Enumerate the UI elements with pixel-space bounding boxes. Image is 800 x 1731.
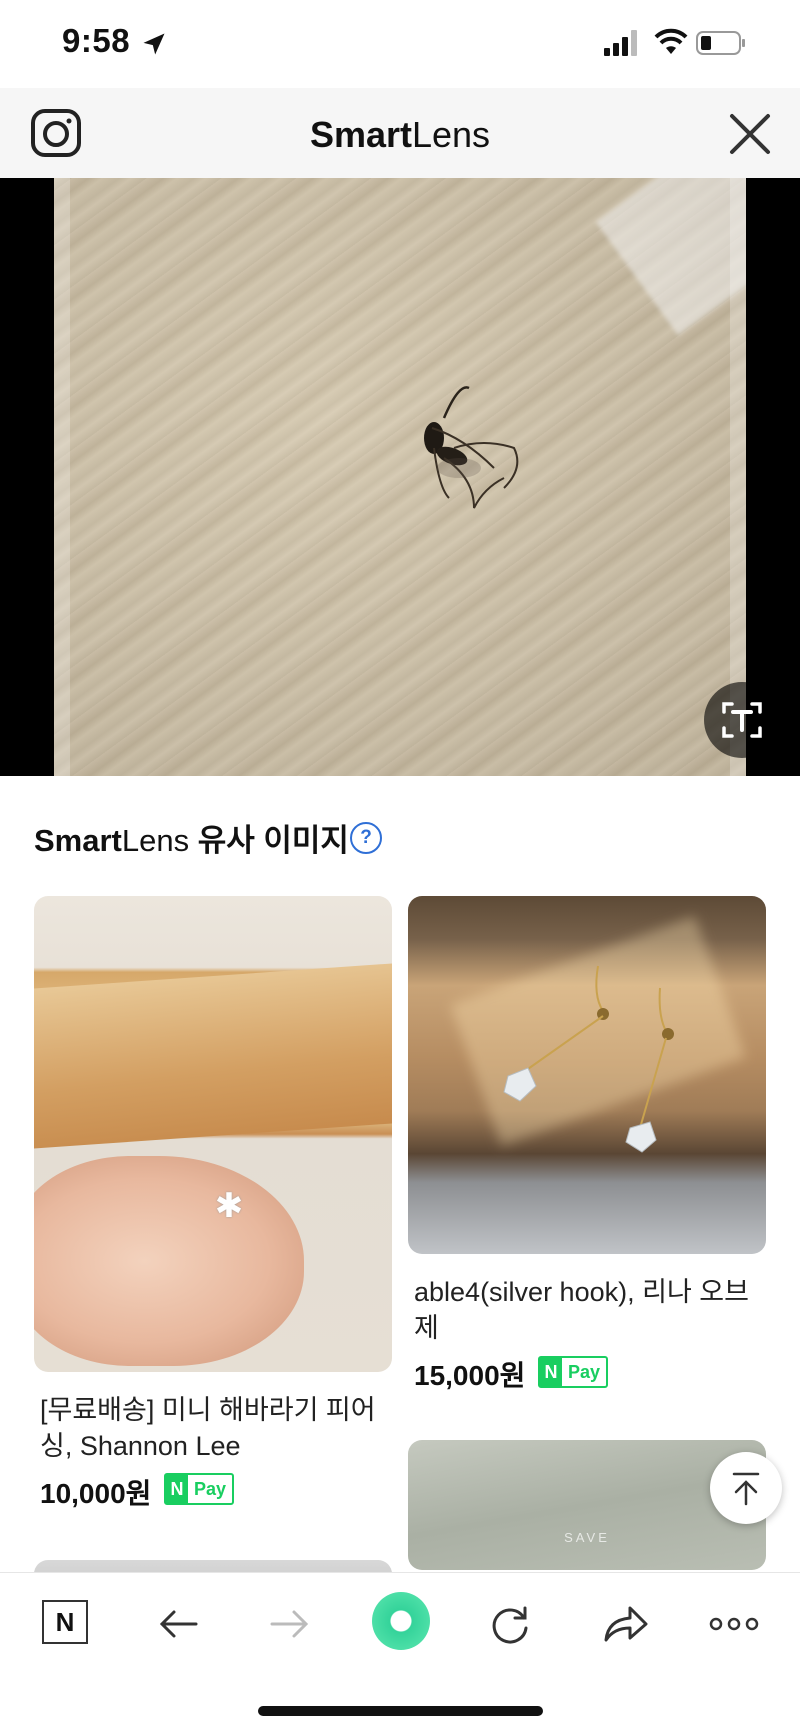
close-icon[interactable] [728,112,772,156]
status-time: 9:58 [62,22,131,59]
header-title: SmartLens [0,114,800,156]
wood-board [34,963,392,1149]
similar-images-title: SmartLens 유사 이미지 [34,815,349,860]
product-title-1[interactable]: [무료배송] 미니 해바라기 피어싱, Shannon Lee [40,1392,380,1464]
product-price-2: 15,000원 [414,1360,526,1391]
wifi-icon [654,28,688,54]
drop-earrings [503,965,674,1153]
product-image-2[interactable] [408,896,766,1254]
scroll-top-icon [732,1472,760,1506]
hand [34,1156,304,1366]
forward-arrow-icon[interactable] [262,1596,318,1652]
share-icon[interactable] [596,1596,652,1652]
header-title-bold: Smart [309,114,412,155]
npay-n: N [166,1475,188,1503]
product-title-2[interactable]: able4(silver hook), 리나 오브제 [414,1274,759,1346]
more-icon[interactable] [706,1596,762,1652]
npay-badge-1: N Pay [164,1473,235,1505]
insect-in-photo [424,386,519,509]
npay-text: Pay [568,1362,601,1382]
npay-text: Pay [194,1479,227,1499]
captured-photo[interactable] [54,178,746,776]
product-image-1[interactable]: ✱ [34,896,392,1372]
captured-photo-area [0,178,800,776]
section-title-rest: 유사 이미지 [189,823,349,858]
location-arrow-icon [143,33,165,55]
signal-icon [604,30,637,56]
camera-icon[interactable] [30,108,82,158]
photo-frame-left [54,178,70,776]
photo-shade [54,178,746,776]
lens-header: SmartLens [0,88,800,178]
npay-badge-2: N Pay [538,1356,609,1388]
product-price-1: 10,000원 [40,1478,152,1509]
npay-n: N [540,1358,562,1386]
header-title-light: Lens [411,114,491,155]
battery-icon [696,31,745,55]
help-icon[interactable]: ? [350,822,382,854]
section-title-light: Lens [121,823,190,858]
image-watermark: SAVE [564,1530,610,1545]
smartlens-button[interactable] [372,1592,430,1650]
refresh-icon[interactable] [482,1596,538,1652]
text-detect-button[interactable] [704,682,780,758]
naver-home-button[interactable]: N [42,1600,88,1644]
text-detect-icon [722,702,762,738]
back-arrow-icon[interactable] [150,1596,206,1652]
scroll-top-button[interactable] [710,1452,782,1524]
flower-earring: ✱ [214,1187,244,1225]
home-indicator[interactable] [258,1706,543,1716]
section-title-bold: Smart [34,823,122,858]
